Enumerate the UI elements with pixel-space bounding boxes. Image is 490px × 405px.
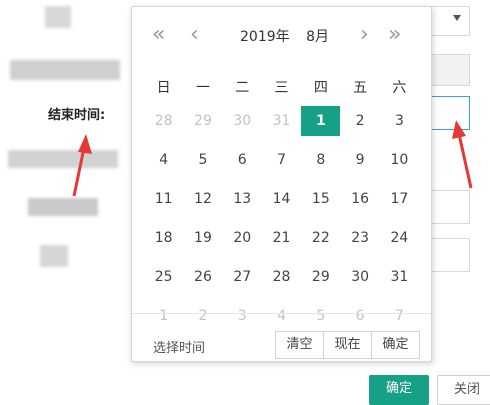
annotation-arrows: [72, 120, 473, 197]
annotation-arrow-right: [452, 120, 473, 189]
annotation-arrow-left: [72, 134, 92, 197]
